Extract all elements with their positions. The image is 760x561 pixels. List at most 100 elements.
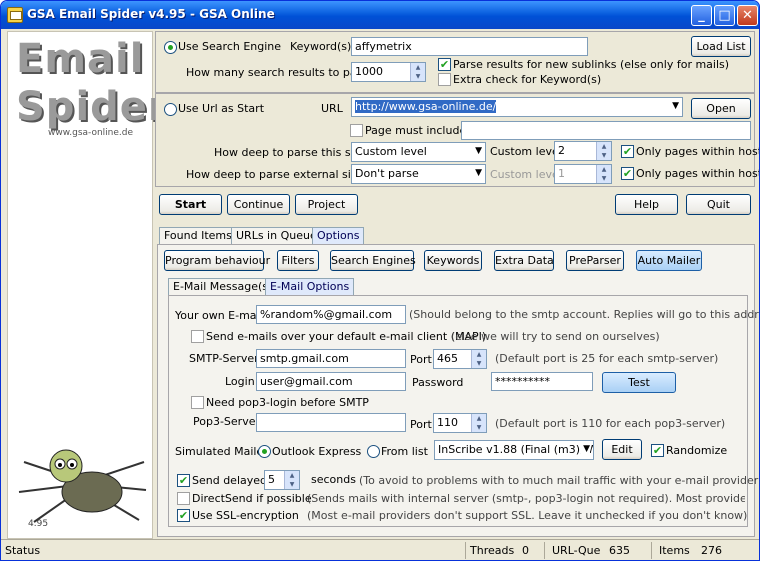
custom-level-spinner[interactable]: 2 ▲ ▼: [554, 141, 612, 161]
tab-email-options[interactable]: E-Mail Options: [265, 278, 355, 295]
port-spinner[interactable]: 465 ▲ ▼: [433, 349, 487, 369]
spinner-arrows-icon[interactable]: ▲ ▼: [596, 142, 611, 160]
keyword-input[interactable]: affymetrix: [351, 37, 588, 56]
open-button[interactable]: Open: [691, 98, 751, 119]
spinner-arrows-icon[interactable]: ▲ ▼: [284, 471, 299, 489]
port-label: Port: [410, 353, 432, 366]
status-bar: Status Threads 0 URL-Que 635 Items 276: [1, 539, 759, 560]
dropdown-arrow-icon[interactable]: ▼: [475, 168, 482, 178]
own-email-input[interactable]: %random%@gmail.com: [256, 305, 406, 324]
only-host2-checkbox[interactable]: ✔: [621, 167, 634, 180]
filters-button[interactable]: Filters: [277, 250, 319, 271]
close-button[interactable]: ✕: [737, 5, 758, 26]
page-must-include-input[interactable]: [461, 121, 751, 140]
port2-spinner[interactable]: 110 ▲ ▼: [433, 413, 487, 433]
status-separator: [651, 542, 652, 559]
from-list-radio[interactable]: [367, 445, 380, 458]
spinner-arrows-icon[interactable]: ▲ ▼: [471, 414, 486, 432]
status-separator: [544, 542, 545, 559]
pop3-login-label: Need pop3-login before SMTP: [206, 396, 369, 409]
use-url-radio[interactable]: [164, 103, 177, 116]
help-button[interactable]: Help: [615, 194, 678, 215]
port-hint: (Default port is 25 for each smtp-server…: [495, 352, 719, 365]
custom-level-label: Custom level: [490, 145, 562, 158]
mapi-checkbox[interactable]: [191, 330, 204, 343]
extra-check-checkbox[interactable]: [438, 73, 451, 86]
start-button[interactable]: Start: [159, 194, 222, 215]
keywords-button[interactable]: Keywords: [424, 250, 482, 271]
url-start-panel: Use Url as Start URL http://www.gsa-onli…: [155, 93, 759, 187]
maximize-button[interactable]: □: [714, 5, 735, 26]
quit-button[interactable]: Quit: [686, 194, 751, 215]
preparser-button[interactable]: PreParser: [566, 250, 624, 271]
threads-label: Threads: [470, 544, 515, 557]
custom-level-value: 2: [558, 144, 565, 157]
extra-check-label: Extra check for Keyword(s): [453, 73, 602, 86]
program-behaviour-button[interactable]: Program behaviour: [164, 250, 270, 271]
pop3-input[interactable]: [256, 413, 406, 432]
deep-ext-value: Don't parse: [355, 167, 419, 180]
tab-found-items[interactable]: Found Items: [159, 227, 237, 244]
edit-button[interactable]: Edit: [602, 439, 642, 460]
tab-email-messages[interactable]: E-Mail Message(s): [168, 278, 278, 295]
port2-label: Port: [410, 418, 432, 431]
login-label: Login: [225, 375, 255, 388]
continue-button[interactable]: Continue: [227, 194, 290, 215]
auto-mailer-button[interactable]: Auto Mailer: [636, 250, 702, 271]
status-label: Status: [5, 544, 41, 557]
urlque-label: URL-Que: [552, 544, 601, 557]
spinner-arrows-icon[interactable]: ▲ ▼: [410, 63, 425, 81]
send-delayed-label: Send delayed: [192, 474, 268, 487]
page-must-include-label: Page must include: [365, 124, 467, 137]
tab-urls-in-queue[interactable]: URLs in Queue: [231, 227, 322, 244]
simulated-mailer-label: Simulated Mailer: [175, 445, 268, 458]
send-delayed-checkbox[interactable]: ✔: [177, 474, 190, 487]
dropdown-arrow-icon[interactable]: ▼: [581, 444, 590, 454]
mailer-select[interactable]: InScribe v1.88 (Final (m3), W ▼: [434, 440, 594, 460]
main-window: GSA Email Spider v4.95 - GSA Online _ □ …: [0, 0, 760, 561]
threads-value: 0: [522, 544, 529, 557]
results-count-spinner[interactable]: 1000 ▲ ▼: [351, 62, 426, 82]
custom-level2-spinner[interactable]: 1 ▲ ▼: [554, 164, 612, 184]
tab-options[interactable]: Options: [312, 227, 365, 244]
dropdown-arrow-icon[interactable]: ▼: [672, 101, 679, 111]
parse-sublinks-checkbox[interactable]: ✔: [438, 58, 451, 71]
spinner-arrows-icon[interactable]: ▲ ▼: [596, 165, 611, 183]
page-must-include-checkbox[interactable]: [350, 124, 363, 137]
minimize-button[interactable]: _: [691, 5, 712, 26]
search-engine-panel: Use Search Engine Keyword(s) affymetrix …: [155, 31, 755, 93]
deep-site-label: How deep to parse this site: [214, 146, 365, 159]
pop3-login-checkbox[interactable]: [191, 396, 204, 409]
own-email-hint: (Should belong to the smtp account. Repl…: [409, 308, 760, 321]
urlque-value: 635: [609, 544, 630, 557]
search-engines-button[interactable]: Search Engines: [330, 250, 416, 271]
smtp-input[interactable]: smtp.gmail.com: [256, 349, 406, 368]
project-button[interactable]: Project: [295, 194, 358, 215]
url-combo[interactable]: http://www.gsa-online.de/ ▼: [351, 97, 683, 117]
password-input[interactable]: **********: [491, 372, 593, 391]
dropdown-arrow-icon[interactable]: ▼: [475, 146, 482, 156]
randomize-checkbox[interactable]: ✔: [651, 444, 664, 457]
parse-sublinks-label: Parse results for new sublinks (else onl…: [453, 58, 730, 71]
spinner-arrows-icon[interactable]: ▲ ▼: [471, 350, 486, 368]
outlook-express-radio[interactable]: [258, 445, 271, 458]
load-list-button[interactable]: Load List: [691, 36, 751, 57]
login-input[interactable]: user@gmail.com: [256, 372, 406, 391]
from-list-label: From list: [381, 445, 428, 458]
ssl-checkbox[interactable]: ✔: [177, 509, 190, 522]
deep-ext-select[interactable]: Don't parse ▼: [351, 164, 486, 184]
use-search-engine-radio[interactable]: [164, 41, 177, 54]
deep-site-select[interactable]: Custom level ▼: [351, 142, 486, 162]
email-options-panel: Your own E-mail %random%@gmail.com (Shou…: [168, 295, 759, 527]
only-host-checkbox[interactable]: ✔: [621, 145, 634, 158]
logo-url: www.gsa-online.de: [48, 128, 134, 138]
deep-ext-label: How deep to parse external sites: [186, 168, 368, 181]
extra-data-button[interactable]: Extra Data: [494, 250, 554, 271]
results-count-label: How many search results to parse: [186, 66, 374, 79]
delay-spinner[interactable]: 5 ▲ ▼: [264, 470, 300, 490]
title-bar[interactable]: GSA Email Spider v4.95 - GSA Online _ □ …: [1, 1, 759, 29]
test-button[interactable]: Test: [602, 372, 676, 393]
custom-level2-value: 1: [558, 167, 565, 180]
directsend-checkbox[interactable]: [177, 492, 190, 505]
spider-mascot-icon: [18, 449, 147, 523]
